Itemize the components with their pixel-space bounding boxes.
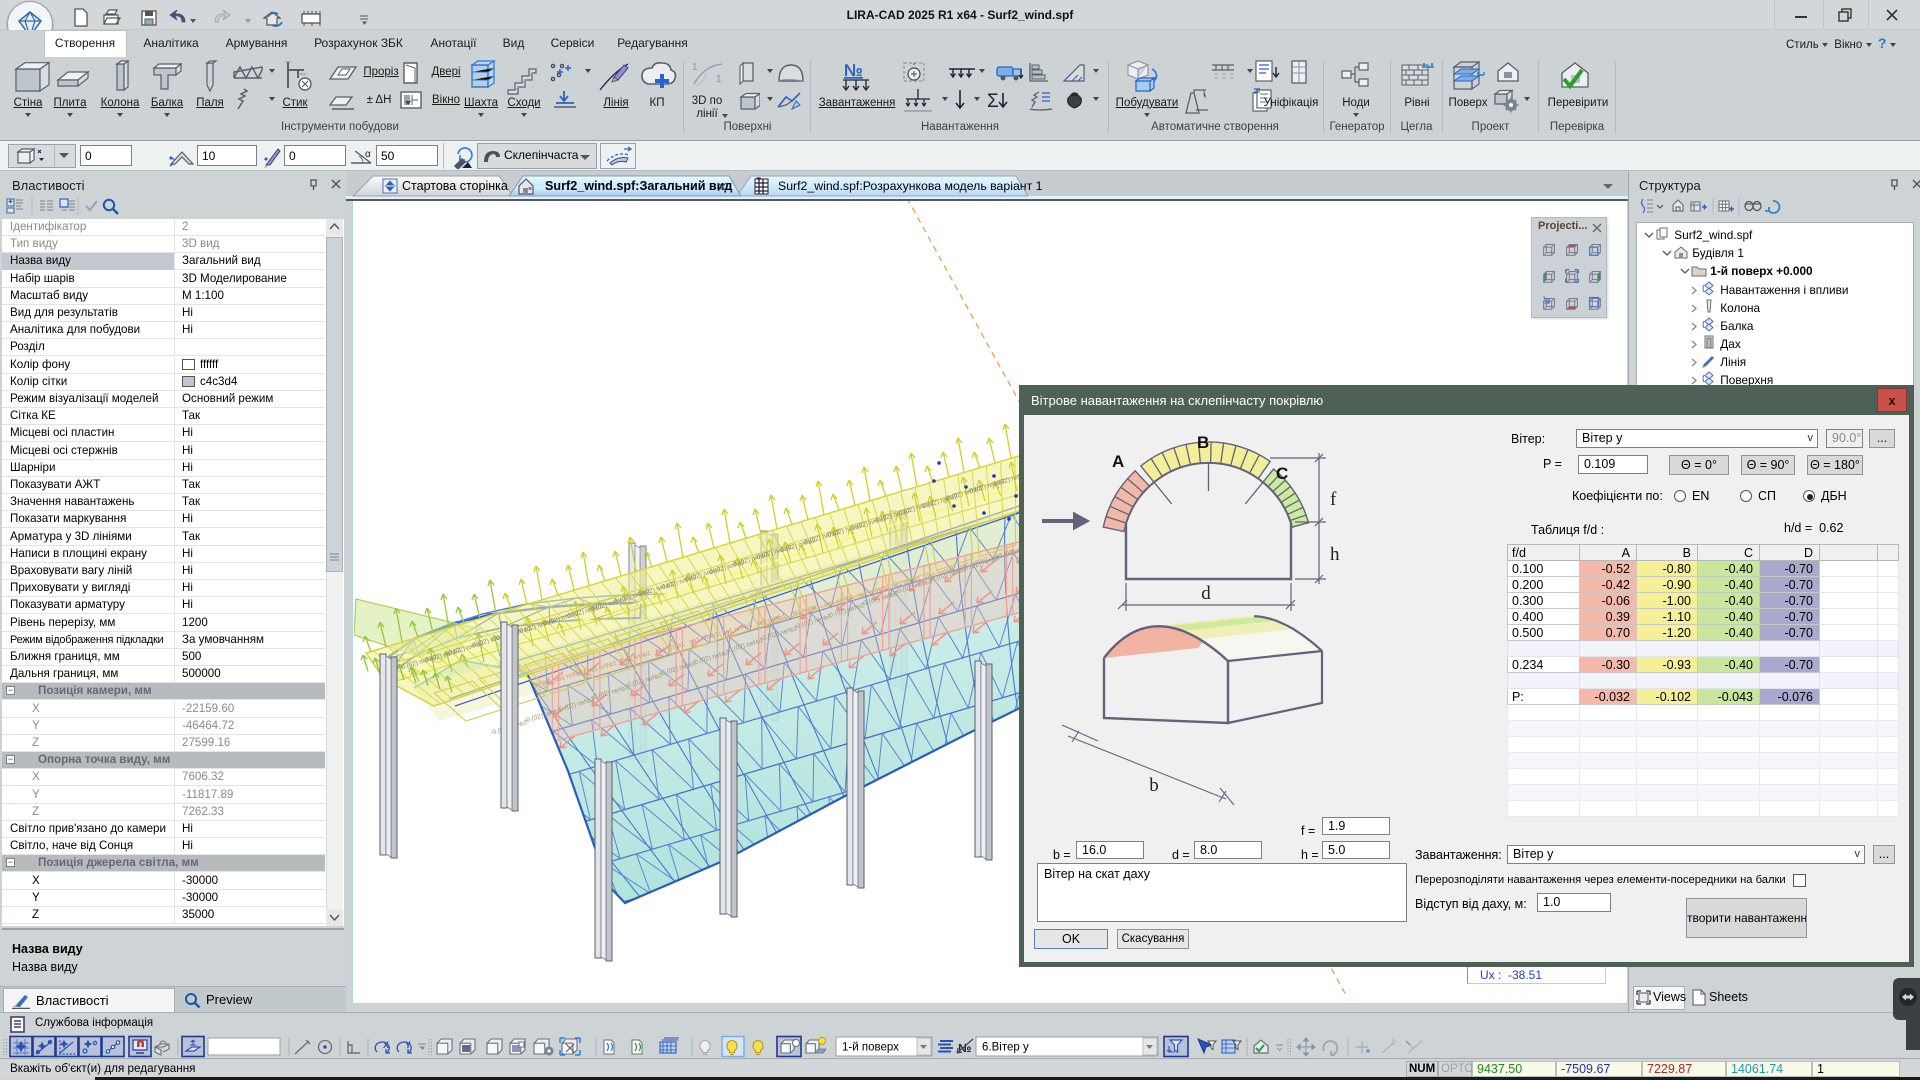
svg-text:1-й поверх: 1-й поверх (842, 1042, 899, 1054)
svg-text:1: 1 (716, 74, 722, 85)
svg-text:b: b (1149, 775, 1159, 796)
svg-text:Y: Y (405, 1040, 411, 1050)
svg-text:B: B (1197, 433, 1209, 452)
svg-text:1: 1 (692, 62, 698, 73)
svg-text:d: d (1201, 583, 1211, 604)
svg-text:Σ: Σ (987, 91, 999, 112)
svg-text:h: h (1330, 544, 1340, 565)
svg-text:№: № (844, 61, 863, 80)
svg-text:C: C (1276, 464, 1288, 483)
svg-text:α: α (365, 149, 371, 160)
svg-text:X: X (383, 1040, 389, 1050)
svg-text:6.Вітер у: 6.Вітер у (982, 1042, 1029, 1054)
svg-text:f: f (1330, 489, 1337, 510)
svg-text:A: A (1112, 452, 1124, 471)
